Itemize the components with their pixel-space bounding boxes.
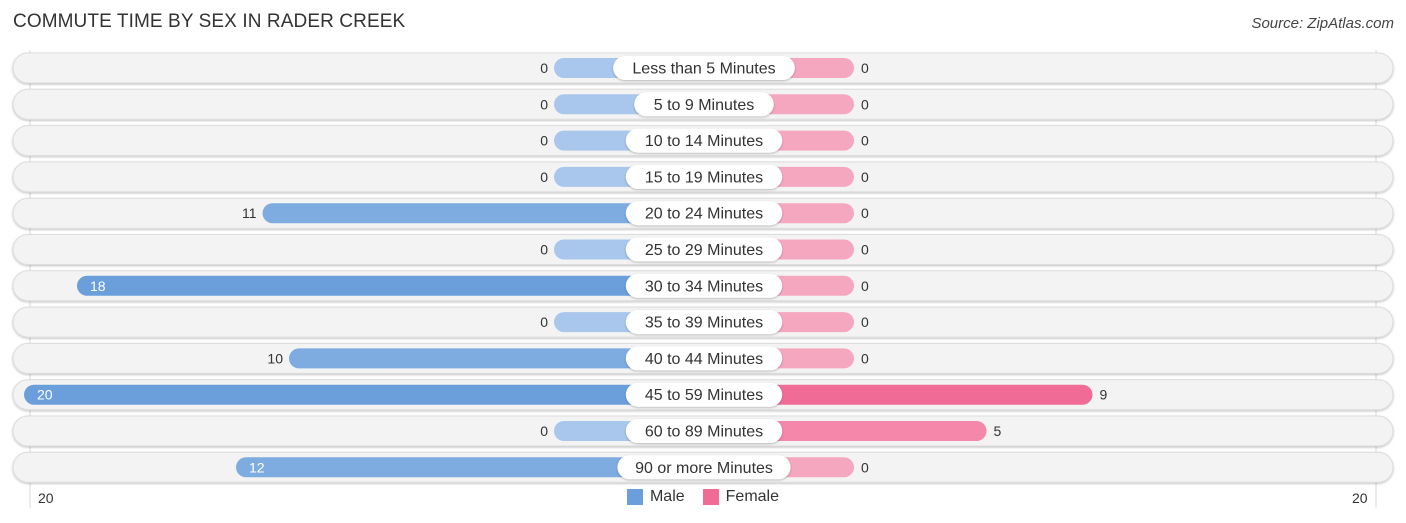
category-label: 30 to 34 Minutes — [645, 278, 763, 295]
value-label-male: 0 — [540, 133, 548, 149]
value-label-male: 0 — [540, 423, 548, 439]
value-label-female: 0 — [861, 60, 869, 76]
value-label-male: 0 — [540, 96, 548, 112]
value-label-male: 0 — [540, 242, 548, 258]
bar-row: 18 0 30 to 34 Minutes — [12, 270, 1394, 302]
bar-row: 0 0 25 to 29 Minutes — [12, 234, 1394, 265]
category-label: 35 to 39 Minutes — [645, 315, 763, 332]
category-label: 5 to 9 Minutes — [654, 97, 755, 114]
value-label-male: 0 — [540, 169, 548, 185]
bar-row: 0 0 15 to 19 Minutes — [12, 161, 1394, 193]
category-label: 90 or more Minutes — [635, 460, 773, 477]
value-label-female: 0 — [861, 314, 869, 330]
value-label-female: 0 — [861, 278, 869, 294]
legend-label-female: Female — [725, 488, 780, 505]
value-label-female: 0 — [861, 205, 869, 221]
legend: Male Female — [0, 488, 1406, 506]
value-label-male: 18 — [90, 278, 106, 294]
value-label-female: 5 — [994, 423, 1002, 439]
bar-row: 10 0 40 to 44 Minutes — [12, 342, 1394, 374]
category-label: Less than 5 Minutes — [632, 61, 775, 78]
category-label: 25 to 29 Minutes — [645, 242, 763, 259]
legend-swatch-male — [626, 489, 643, 505]
legend-item-male[interactable]: Male — [626, 488, 685, 506]
bar-row: 20 9 45 to 59 Minutes — [12, 379, 1394, 411]
value-label-female: 0 — [861, 169, 869, 185]
legend-label-male: Male — [649, 488, 685, 505]
legend-item-female[interactable]: Female — [702, 488, 780, 506]
value-label-female: 0 — [861, 242, 869, 258]
category-label: 45 to 59 Minutes — [645, 387, 763, 404]
bar-row: 0 5 60 to 89 Minutes — [12, 415, 1394, 447]
bar-row: 12 0 90 or more Minutes — [12, 451, 1394, 483]
legend-swatch-female — [702, 489, 719, 505]
value-label-male: 0 — [540, 60, 548, 76]
bar-male[interactable] — [24, 384, 704, 405]
value-label-male: 0 — [540, 314, 548, 330]
bar-row: 0 0 5 to 9 Minutes — [12, 88, 1394, 120]
bar-row: 0 0 10 to 14 Minutes — [12, 125, 1394, 157]
bar-male[interactable] — [77, 275, 704, 296]
bar-row: 0 0 35 to 39 Minutes — [12, 306, 1394, 338]
category-label: 20 to 24 Minutes — [645, 206, 763, 223]
value-label-female: 0 — [861, 350, 869, 366]
value-label-female: 0 — [861, 133, 869, 149]
value-label-male: 10 — [267, 350, 283, 366]
value-label-female: 0 — [861, 96, 869, 112]
bar-row: 0 0 Less than 5 Minutes — [12, 52, 1394, 84]
category-label: 10 to 14 Minutes — [645, 133, 763, 150]
chart-svg: 0 0Less than 5 Minutes0 05 to 9 Minutes0 01… — [12, 50, 1394, 508]
category-label: 40 to 44 Minutes — [645, 351, 763, 368]
value-label-male: 11 — [242, 205, 257, 221]
bar-row: 11 0 20 to 24 Minutes — [12, 197, 1394, 229]
value-label-male: 12 — [249, 459, 265, 475]
category-label: 15 to 19 Minutes — [645, 169, 763, 186]
value-label-female: 9 — [1100, 387, 1108, 403]
category-label: 60 to 89 Minutes — [645, 424, 763, 441]
value-label-female: 0 — [861, 459, 869, 475]
value-label-male: 20 — [37, 387, 53, 403]
